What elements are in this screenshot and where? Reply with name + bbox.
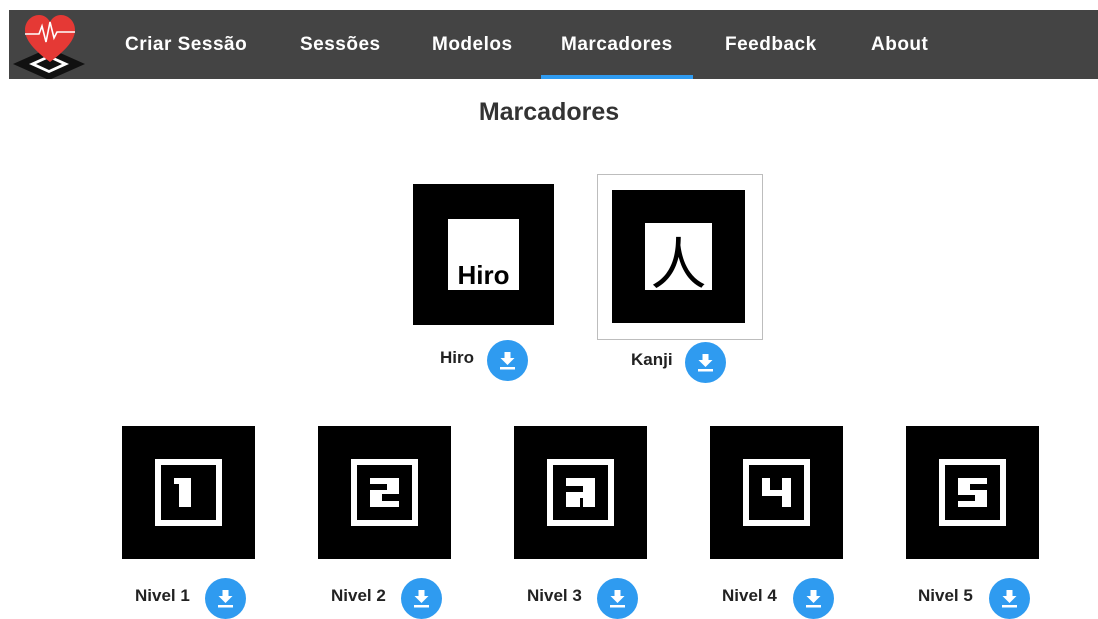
top-navbar: Criar Sessão Sessões Modelos Marcadores … — [9, 10, 1098, 79]
download-nivel-5-button[interactable] — [989, 578, 1030, 619]
download-icon — [806, 590, 821, 608]
marker-label-nivel-5: Nivel 5 — [918, 586, 973, 605]
nivel-4-marker-image — [710, 426, 843, 559]
hiro-marker-image: Hiro — [413, 184, 554, 325]
download-nivel-4-button[interactable] — [793, 578, 834, 619]
marker-label-kanji: Kanji — [631, 350, 673, 369]
nivel-5-marker-image — [906, 426, 1039, 559]
download-kanji-button[interactable] — [685, 342, 726, 383]
nav-about[interactable]: About — [871, 10, 928, 79]
heart-logo-icon[interactable] — [9, 10, 91, 79]
nivel-1-marker-image — [122, 426, 255, 559]
marker-label-nivel-4: Nivel 4 — [722, 586, 777, 605]
nav-modelos[interactable]: Modelos — [432, 10, 513, 79]
marker-label-nivel-3: Nivel 3 — [527, 586, 582, 605]
nav-feedback[interactable]: Feedback — [725, 10, 817, 79]
download-icon — [218, 590, 233, 608]
download-icon — [500, 352, 515, 370]
nivel-3-marker-image — [514, 426, 647, 559]
marker-label-hiro: Hiro — [440, 348, 474, 367]
download-icon — [698, 354, 713, 372]
kanji-marker-symbol: 人 — [651, 233, 707, 298]
nav-marcadores[interactable]: Marcadores — [541, 10, 693, 79]
marker-label-nivel-1: Nivel 1 — [135, 586, 190, 605]
download-nivel-1-button[interactable] — [205, 578, 246, 619]
download-hiro-button[interactable] — [487, 340, 528, 381]
nav-criar-sessao[interactable]: Criar Sessão — [125, 10, 247, 79]
download-icon — [610, 590, 625, 608]
download-nivel-3-button[interactable] — [597, 578, 638, 619]
download-icon — [1002, 590, 1017, 608]
kanji-marker-image: 人 — [612, 190, 745, 323]
page-title: Marcadores — [478, 98, 620, 126]
nivel-2-marker-image — [318, 426, 451, 559]
marker-label-nivel-2: Nivel 2 — [331, 586, 386, 605]
download-nivel-2-button[interactable] — [401, 578, 442, 619]
nav-sessoes[interactable]: Sessões — [300, 10, 381, 79]
hiro-marker-symbol: Hiro — [458, 260, 510, 290]
download-icon — [414, 590, 429, 608]
